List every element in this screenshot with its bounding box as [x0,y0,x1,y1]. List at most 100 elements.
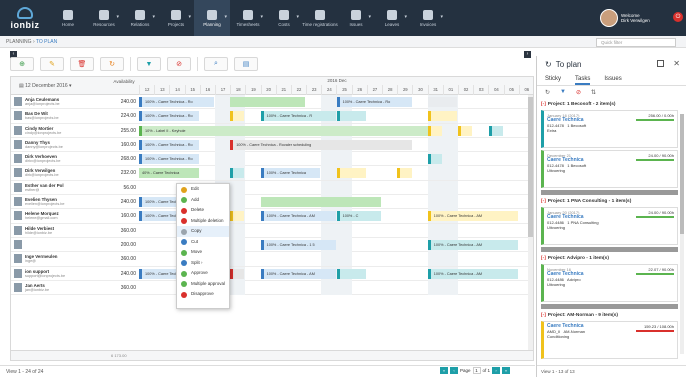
nav-issues[interactable]: Issues ▾ [338,0,374,36]
user-menu[interactable]: Welcome Dirk Verwilgen [600,0,672,36]
nav-planning[interactable]: Planning ▾ [194,0,230,36]
table-row[interactable]: Hilde Verbiest hilde@ionbiz.be 360.00 [11,223,533,238]
table-row[interactable]: 200.00 100% - Caere Technica - 1 5 100% -… [11,237,533,253]
table-row[interactable]: Helene Morquez helene@gmail.com 160.00 10… [11,209,533,224]
timeline-cells[interactable]: 10% - Label II - Keyhole [139,123,533,138]
planning-bar[interactable] [260,197,382,208]
planning-bar[interactable]: 100% - Caere Technica - AM [427,239,518,250]
planning-bar[interactable] [397,168,412,179]
task-card[interactable]: November 16 22.07 / 90.00h Caere Technica… [541,264,678,302]
prev-page-button[interactable]: ‹ [450,367,458,374]
nav-projects[interactable]: Projects ▾ [158,0,194,36]
project-group-header[interactable]: [-] Project: AM-Norman - 9 item(s) [541,311,680,320]
table-row[interactable]: Anja Ceulemans anja@ionprojects.be 240.00… [11,95,533,110]
refresh-button[interactable]: ↻ [100,57,124,71]
planning-bar[interactable]: 100% - Caere Technica - AM [260,211,336,222]
table-row[interactable]: ion support support@ionprojects.be 240.00… [11,266,533,281]
planning-bar[interactable]: 40% - Caere Technica [139,168,199,179]
ionbiz-logo[interactable]: ionbiz [0,0,50,36]
menu-split[interactable]: Split › [177,258,229,269]
planning-bar[interactable] [230,168,245,179]
menu-move[interactable]: Move [177,247,229,258]
timeline-cells[interactable]: 100% - Caere Technica - Ro 100% - Caere T… [139,137,533,152]
date-picker[interactable]: ▤ 12 December 2016 ▾ [11,77,109,95]
project-group-header[interactable]: [-] Project: 1 Becosoft - 2 item(s) [541,100,680,109]
planning-bar[interactable] [488,125,503,136]
project-group-header[interactable]: [-] Project: Advipro - 1 item(s) [541,254,680,263]
timeline-cells[interactable]: 100% - Caere Technica - Ro [139,152,533,167]
zoom-button[interactable]: ⌕ [204,57,228,71]
sort-icon[interactable]: ⇅ [591,89,596,96]
view-toggle-button[interactable]: ▤ [234,57,258,71]
menu-cut[interactable]: Cut [177,237,229,248]
planning-bar[interactable]: 100% - Caere Technica - Ro [336,97,412,107]
page-input[interactable]: 1 [472,367,481,374]
table-row[interactable]: Danny Thys danny@ionprojects.be 160.00 10… [11,137,533,153]
planning-bar[interactable] [230,111,245,122]
maximize-icon[interactable] [657,60,664,67]
panel-scrollbar[interactable] [680,114,684,354]
tab-issues[interactable]: Issues [604,72,621,85]
planning-bar[interactable]: 100% - Caere Technica - 1 5 [260,239,336,250]
planning-bar[interactable]: 100% - Caere Technica - R [260,111,336,122]
nav-timesheets[interactable]: Timesheets ▾ [230,0,266,36]
tab-sticky[interactable]: Sticky [545,72,561,85]
clear-filter-button[interactable]: ⊘ [167,57,191,71]
logout-icon[interactable]: ⏻ [673,12,683,22]
planning-bar[interactable] [427,154,442,165]
tab-tasks[interactable]: Tasks [575,72,591,85]
menu-disapprove[interactable]: Disapprove [177,289,229,300]
task-card[interactable]: December 21 24.00 / 90.00h Caere Technica… [541,150,678,188]
filter-button[interactable]: ▼ [137,57,161,71]
planning-bar[interactable] [336,111,366,122]
table-row[interactable]: Evelien Thysen evelien@ionprojects.be 240… [11,195,533,210]
planning-bar[interactable] [230,268,245,279]
nav-home[interactable]: Home [50,0,86,36]
menu-approve[interactable]: Approve [177,268,229,279]
table-row[interactable]: Jan Aerts jan@ionbiz.be 360.00 [11,280,533,296]
menu-multiple-approval[interactable]: Multiple approval [177,279,229,290]
task-card[interactable]: 159.23 / 108.00h Caere Technica AMD_II AM… [541,321,678,359]
nav-resources[interactable]: Resources ▾ [86,0,122,36]
planning-bar[interactable] [230,97,306,107]
planning-bar[interactable] [336,168,366,179]
timeline-cells[interactable]: 40% - Caere Technica 100% - Caere Technic… [139,166,533,181]
nav-leaves[interactable]: Leaves ▾ [374,0,410,36]
menu-edit[interactable]: Edit [177,184,229,195]
planning-bar[interactable]: 100% - Caere Technica - Rovaler scheduli… [230,139,412,150]
menu-add[interactable]: Add [177,195,229,206]
clear-filter-icon[interactable]: ⊘ [576,89,581,96]
planning-bar[interactable] [336,268,366,279]
nav-time-registrations[interactable]: Time registrations [302,0,338,36]
menu-delete[interactable]: Delete [177,205,229,216]
filter-icon[interactable]: ▼ [560,89,566,95]
first-page-button[interactable]: « [440,367,448,374]
menu-multiple-deletion[interactable]: Multiple deletion [177,216,229,227]
planning-bar[interactable]: 100% - Caere Technica - Ro [139,111,199,122]
task-card[interactable]: January 20 (2017) 24.00 / 90.00h Caere Te… [541,207,678,245]
timeline-cells[interactable]: 100% - Caere Technica - Ro 100% - Caere T… [139,109,533,124]
planning-bar[interactable]: 10% - Label II - Keyhole [139,125,442,136]
planning-bar[interactable]: 100% - Caere Technica - AM [260,268,336,279]
planning-bar[interactable]: 100% - Caere Technica - AM [427,211,518,222]
planning-bar[interactable] [230,211,245,222]
planning-bar[interactable]: 100% - Caere Technica - Ro [139,154,199,165]
close-icon[interactable]: ✕ [673,59,680,68]
planning-bar[interactable] [427,97,458,107]
table-row[interactable]: Cindy Mortier cindy@ionprojects.be 255.00… [11,123,533,138]
planning-bar[interactable]: 100% - Caere Technica [260,168,321,179]
timeline-cells[interactable]: 100% - Caere Technica - Ro 100% - Caere T… [139,95,533,109]
menu-copy[interactable]: Copy [177,226,229,237]
nav-costs[interactable]: Costs ▾ [266,0,302,36]
table-row[interactable]: Bas De Wit bas@ionprojects.be 224.00 100%… [11,109,533,124]
next-page-button[interactable]: › [492,367,501,374]
project-group-header[interactable]: [-] Project: 1 PNA Consulting - 1 item(s) [541,197,680,206]
planning-bar[interactable]: 100% - C [336,211,382,222]
planning-bar[interactable] [458,125,473,136]
quick-filter-input[interactable]: Quick filter [596,38,676,47]
table-row[interactable]: Esther van der Pol esther@ 56.00 [11,180,533,196]
last-page-button[interactable]: » [502,367,511,374]
planning-bar[interactable]: 100% - Caere Technica - AM [427,268,518,279]
delete-button[interactable]: 🗑 [70,57,94,71]
planning-bar[interactable]: 100% - Caere Technica - Ro [139,139,199,150]
